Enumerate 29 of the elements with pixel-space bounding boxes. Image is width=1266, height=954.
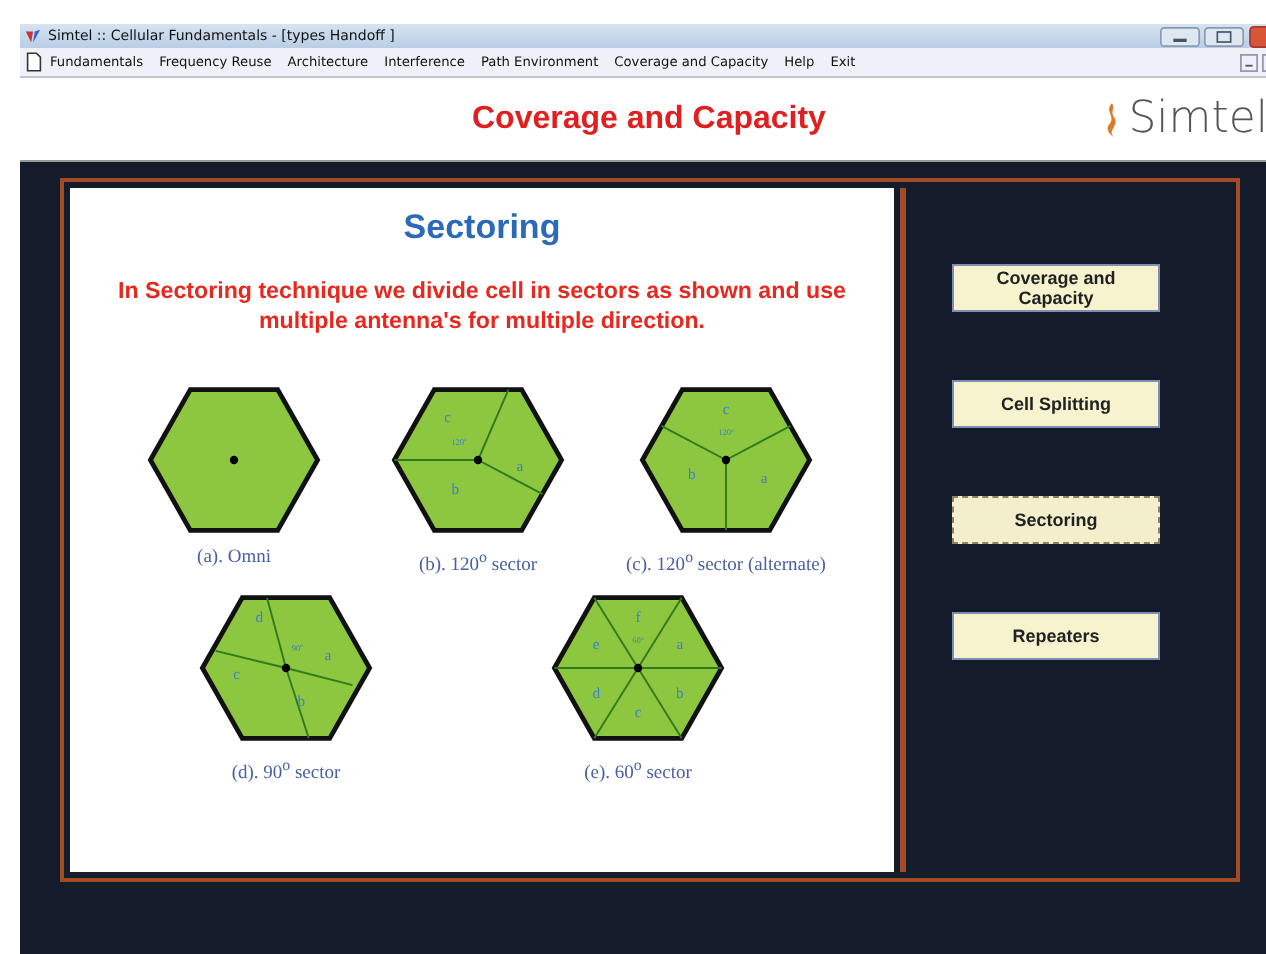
nav-button[interactable]: Sectoring <box>952 496 1160 544</box>
sector-label: e <box>592 635 600 653</box>
sector-label: c <box>233 665 240 684</box>
sector-label: c <box>444 407 451 426</box>
sector-label: c <box>634 703 642 722</box>
nav-button[interactable]: Cell Splitting <box>952 380 1160 428</box>
sector-label: c <box>722 400 730 419</box>
nav-button[interactable]: Repeaters <box>952 612 1160 660</box>
slide-title: Sectoring <box>403 208 561 248</box>
diagram-caption: (a). Omni <box>197 548 271 568</box>
sector-label: b <box>676 684 684 703</box>
sector-label: d <box>592 684 600 703</box>
sector-label: d <box>255 608 264 627</box>
slide-description: In Sectoring technique we divide cell in sectors as shown and use multiple antenna's for multiple direction. <box>115 276 848 336</box>
sector-label: a <box>324 646 332 665</box>
logo-text: Simtel <box>1128 94 1266 144</box>
page-title: Coverage and Capacity <box>472 101 826 137</box>
diagram-caption: (c). 120$^{o}$ sector (alternate) <box>626 548 826 577</box>
sector-label: b <box>688 464 696 483</box>
diagram-caption: (b). 120$^{o}$ sector <box>418 548 538 577</box>
diagram-caption: (d). 90$^{o}$ sector <box>231 756 341 785</box>
sector-label: a <box>516 457 524 476</box>
sector-label: a <box>676 635 684 653</box>
sector-label: b <box>451 479 460 498</box>
diagram-caption: (e). 60$^{o}$ sector <box>584 756 692 785</box>
sector-label: a <box>760 468 768 487</box>
sector-label: b <box>297 692 305 710</box>
sector-label: f <box>635 608 641 627</box>
nav-button[interactable]: Coverage and Capacity <box>952 264 1160 312</box>
